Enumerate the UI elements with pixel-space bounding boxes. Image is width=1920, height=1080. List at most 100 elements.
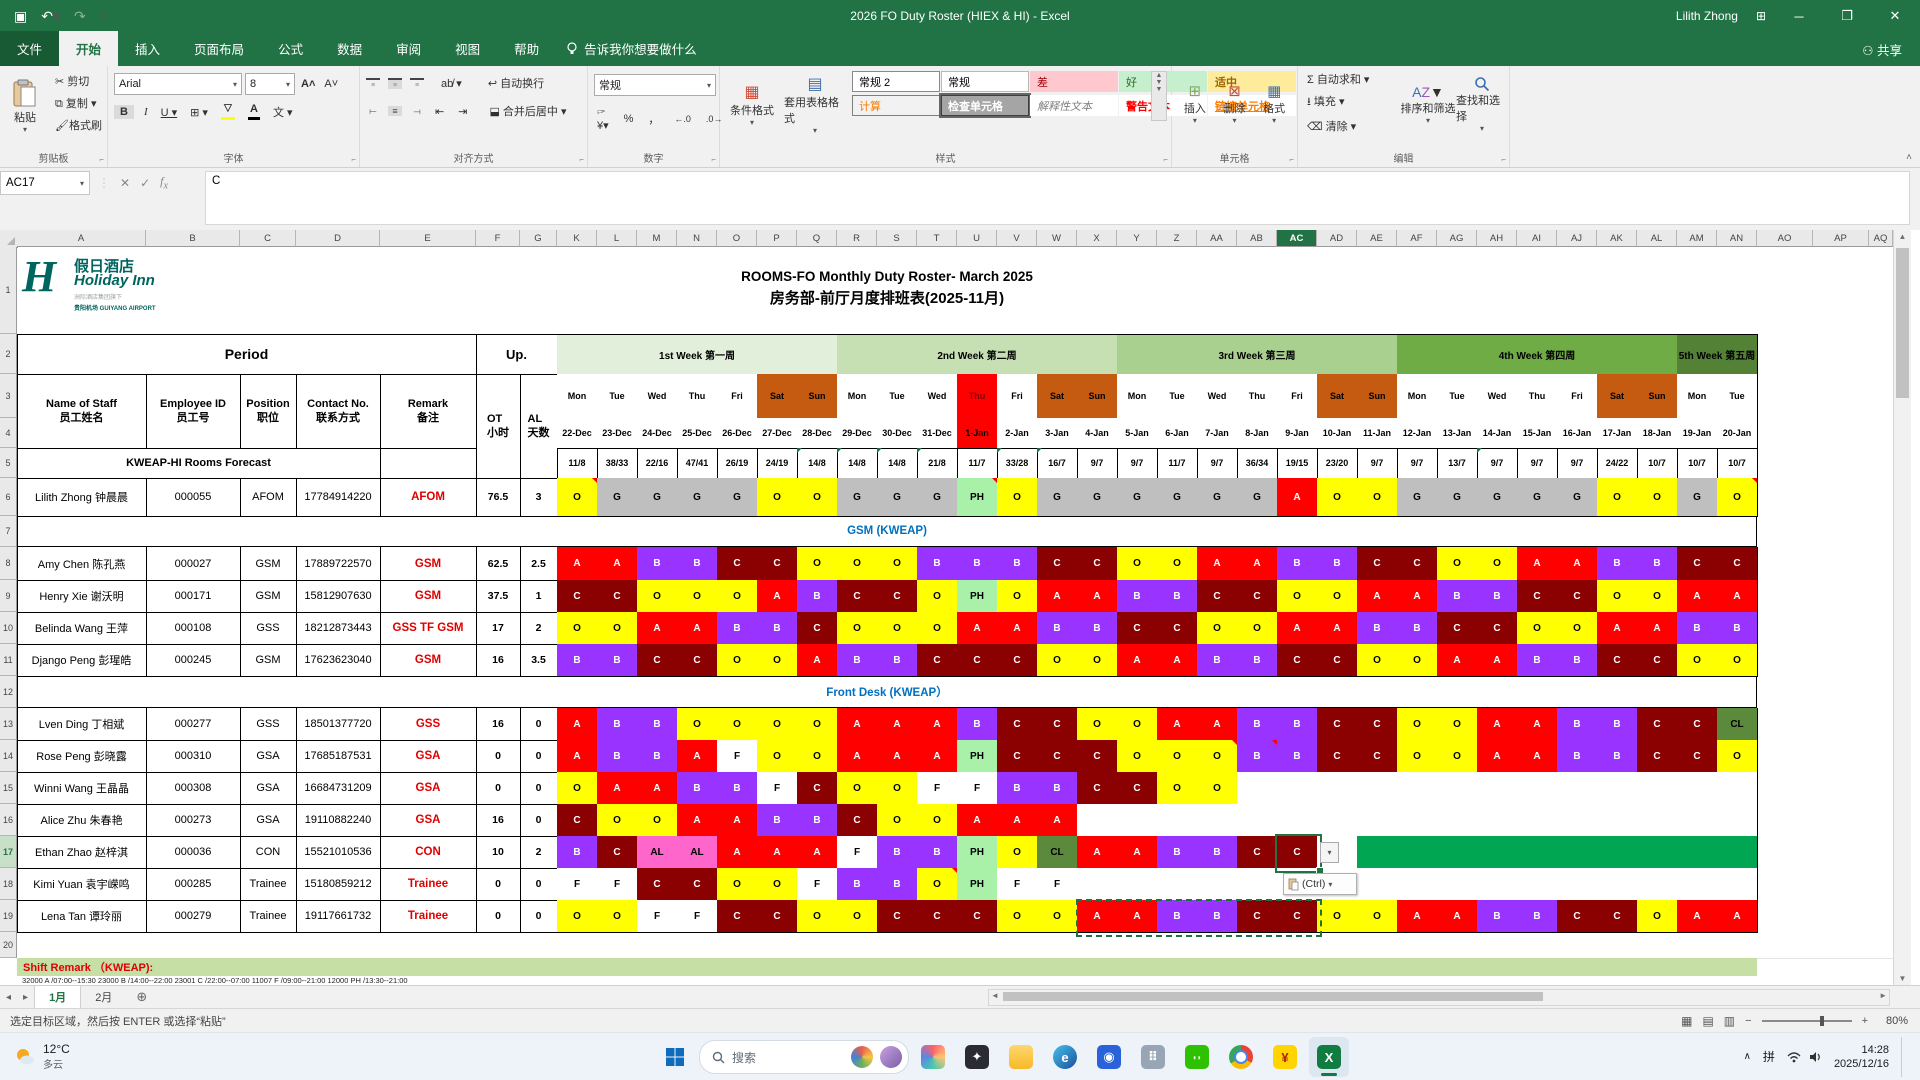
row-header-6[interactable]: 6 [0,478,17,516]
shift-cell[interactable]: O [837,547,878,581]
zoom-slider-thumb[interactable] [1820,1016,1824,1026]
shift-cell[interactable]: A [1397,580,1438,613]
shift-cell[interactable]: O [997,580,1038,613]
zoom-in-icon[interactable]: + [1862,1015,1868,1027]
col-header-AB[interactable]: AB [1237,230,1277,247]
bold-button[interactable]: B [114,105,134,119]
edge-app[interactable]: e [1045,1037,1085,1077]
shift-cell[interactable]: C [757,547,798,581]
tab-帮助[interactable]: 帮助 [497,31,556,66]
scroll-left-icon[interactable]: ◄ [991,991,999,1000]
format-button[interactable]: ▦格式▾ [1257,72,1291,134]
shift-cell[interactable] [1237,772,1278,805]
shift-cell[interactable]: O [1317,900,1358,933]
shift-cell[interactable]: O [1437,547,1478,581]
shift-cell[interactable]: O [1157,740,1198,773]
col-header-AL[interactable]: AL [1637,230,1677,247]
app-blue-app[interactable]: ◉ [1089,1037,1129,1077]
shift-cell[interactable]: A [997,804,1038,837]
font-size-select[interactable]: 8▾ [245,73,295,95]
row-header-8[interactable]: 8 [0,547,17,580]
shift-cell[interactable]: B [1477,900,1518,933]
shift-cell[interactable]: G [1477,478,1518,517]
redo-icon[interactable]: ↷ [74,0,86,32]
shift-cell[interactable]: O [1477,547,1518,581]
shift-cell[interactable]: PH [957,740,998,773]
cell-style-8[interactable]: 解释性文本 [1030,95,1118,116]
align-right-icon[interactable]: ⟞ [410,106,424,117]
shift-cell[interactable]: C [997,740,1038,773]
shift-cell[interactable]: G [597,478,638,517]
cell-style-1[interactable]: 常规 2 [852,71,940,92]
shift-cell[interactable]: B [637,547,678,581]
new-sheet-button[interactable]: ⊕ [126,989,157,1005]
shift-cell[interactable]: O [1117,740,1158,773]
shift-cell[interactable]: A [1717,900,1758,933]
sheet-tab-2月[interactable]: 2月 [81,986,126,1008]
tab-数据[interactable]: 数据 [320,31,379,66]
fill-color-button[interactable]: 🜄 [218,103,238,121]
shift-cell[interactable]: C [1317,740,1358,773]
shift-cell[interactable]: CL [1037,836,1078,869]
decrease-indent-icon[interactable]: ⇤ [432,104,447,119]
sheet-nav-left-icon[interactable]: ◂ [0,992,17,1003]
grow-font-button[interactable]: A˄ [298,77,318,91]
shift-cell[interactable]: A [757,836,798,869]
number-format-select[interactable]: 常规▾ [594,74,716,96]
shift-cell[interactable]: C [1477,612,1518,645]
shift-cell[interactable]: C [1637,740,1678,773]
col-header-Y[interactable]: Y [1117,230,1157,247]
format-painter-button[interactable]: 🖌格式刷 [52,116,105,134]
shift-cell[interactable]: C [797,772,838,805]
shift-cell[interactable]: O [837,900,878,933]
shift-cell[interactable]: B [1037,772,1078,805]
shift-cell[interactable]: B [1157,580,1198,613]
shift-cell[interactable] [1197,804,1238,837]
tab-file[interactable]: 文件 [0,31,59,66]
shift-cell[interactable] [1197,868,1238,901]
shift-cell[interactable]: B [1677,612,1718,645]
shift-cell[interactable]: O [797,547,838,581]
shift-cell[interactable]: A [1157,708,1198,741]
col-header-W[interactable]: W [1037,230,1077,247]
shift-cell[interactable]: B [757,804,798,837]
shift-cell[interactable]: A [997,612,1038,645]
col-header-S[interactable]: S [877,230,917,247]
shift-cell[interactable]: A [677,612,718,645]
view-layout-icon[interactable]: ▤ [1702,1014,1713,1028]
shift-cell[interactable]: B [797,804,838,837]
cell-style-3[interactable]: 差 [1030,71,1118,92]
row-header-3[interactable]: 3 [0,374,17,418]
shift-cell[interactable] [1597,868,1638,901]
shift-cell[interactable]: B [717,612,758,645]
shift-cell[interactable]: O [597,612,638,645]
file-explorer-app[interactable] [1001,1037,1041,1077]
shift-cell[interactable]: B [997,547,1038,581]
shift-cell[interactable]: O [1357,900,1398,933]
font-color-button[interactable]: A [245,103,263,121]
shift-cell[interactable]: A [957,612,998,645]
shift-cell[interactable]: B [877,868,918,901]
shift-cell[interactable]: O [917,804,958,837]
shift-cell[interactable]: B [877,644,918,677]
shift-cell[interactable]: F [997,868,1038,901]
shift-cell[interactable]: O [1637,580,1678,613]
shift-cell[interactable]: B [677,772,718,805]
shift-cell[interactable]: A [1517,740,1558,773]
shift-cell[interactable]: B [677,547,718,581]
shift-cell[interactable] [1637,772,1678,805]
scroll-right-icon[interactable]: ► [1879,991,1887,1000]
style-gallery-scroll[interactable]: ▲ ▼ ▼ [1151,71,1167,121]
shift-cell[interactable]: A [597,547,638,581]
shift-cell[interactable]: O [677,580,718,613]
shift-cell[interactable] [1357,772,1398,805]
tray-chevron-icon[interactable]: ∧ [1744,1051,1751,1062]
shift-cell[interactable]: C [1677,547,1718,581]
shift-cell[interactable]: C [1277,836,1318,869]
shift-cell[interactable]: C [1117,772,1158,805]
tab-开始[interactable]: 开始 [59,31,118,66]
align-middle-icon[interactable]: ≡ [388,78,402,89]
shift-cell[interactable] [1357,804,1398,837]
shift-cell[interactable]: O [797,708,838,741]
shift-cell[interactable]: O [757,740,798,773]
